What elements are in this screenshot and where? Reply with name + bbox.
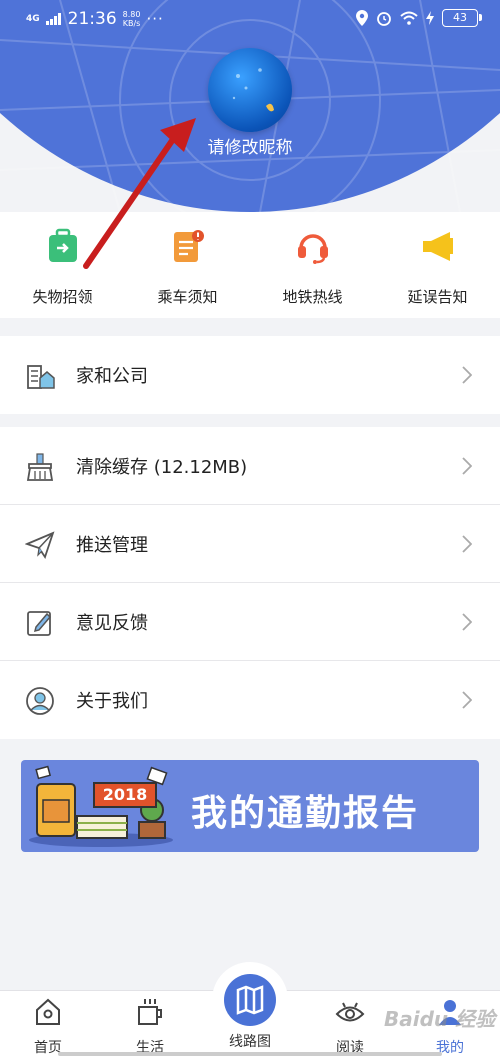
banner-year: 2018: [93, 782, 157, 808]
chevron-right-icon: [462, 691, 472, 709]
menu-item-label: 清除缓存 (12.12MB): [76, 456, 248, 478]
avatar-image: [232, 68, 274, 112]
quick-action-label: 地铁热线: [282, 288, 343, 306]
menu-item-label: 意见反馈: [76, 612, 148, 634]
tab-route-map-label: 线路图: [229, 1034, 271, 1050]
user-circle-icon: [26, 687, 54, 715]
broom-icon: [26, 453, 54, 481]
headset-icon: [295, 228, 331, 264]
quick-action-lost-found[interactable]: 失物招领: [0, 228, 125, 307]
watermark: Baidu 经验: [384, 1007, 496, 1031]
menu-item-label: 关于我们: [76, 691, 148, 712]
quick-action-delay-notice[interactable]: 延误告知: [375, 228, 500, 307]
chevron-right-icon: [462, 457, 472, 475]
quick-actions: 失物招领 乘车须知 地铁热线 延误告知: [0, 212, 500, 318]
quick-action-hotline[interactable]: 地铁热线: [250, 228, 375, 307]
battery-indicator: 43: [442, 9, 482, 27]
status-bar: 4G 21:36 8.80 KB/s ··· 43: [0, 0, 500, 38]
route-map-button[interactable]: [224, 974, 276, 1026]
home-indicator: [58, 1052, 442, 1056]
location-icon: [356, 10, 368, 26]
map-icon: [236, 985, 264, 1015]
banner-title: 我的通勤报告: [191, 793, 420, 834]
chevron-right-icon: [462, 366, 472, 384]
paper-plane-icon: [25, 531, 55, 560]
coffee-cup-icon: [138, 999, 162, 1025]
menu-item-label: 推送管理: [76, 534, 148, 556]
tab-route-map[interactable]: [212, 962, 288, 1038]
home-office-icon: [27, 365, 55, 389]
avatar[interactable]: [208, 48, 292, 132]
luggage-icon: [45, 228, 81, 264]
chevron-right-icon: [462, 535, 472, 553]
edit-icon: [27, 611, 52, 636]
tab-read[interactable]: 阅读: [320, 997, 380, 1057]
commute-report-banner[interactable]: 2018 我的通勤报告: [21, 760, 479, 852]
menu-item-home-office[interactable]: 家和公司: [0, 336, 500, 414]
tab-life[interactable]: 生活: [120, 997, 180, 1057]
more-notifications: ···: [146, 10, 164, 28]
menu-item-feedback[interactable]: 意见反馈: [0, 583, 500, 661]
menu-item-clear-cache[interactable]: 清除缓存 (12.12MB): [0, 427, 500, 505]
profile-header: 4G 21:36 8.80 KB/s ··· 43 请修改昵称: [0, 0, 500, 212]
chevron-right-icon: [462, 613, 472, 631]
status-time: 21:36: [67, 9, 117, 29]
wifi-icon: [400, 11, 418, 25]
network-indicator: 4G: [26, 14, 40, 24]
menu-item-about[interactable]: 关于我们: [0, 661, 500, 739]
megaphone-icon: [420, 228, 456, 264]
menu-item-push-settings[interactable]: 推送管理: [0, 505, 500, 583]
nickname-label[interactable]: 请修改昵称: [0, 133, 500, 158]
quick-action-label: 乘车须知: [157, 288, 218, 306]
notice-icon: [170, 228, 206, 264]
alarm-icon: [377, 12, 391, 26]
network-speed: 8.80 KB/s: [122, 10, 141, 28]
quick-action-label: 延误告知: [407, 288, 468, 306]
signal-icon: [45, 13, 61, 25]
eye-icon: [335, 1002, 365, 1022]
menu-group-address: 家和公司: [0, 336, 500, 414]
quick-action-label: 失物招领: [32, 288, 93, 306]
menu-item-label: 家和公司: [76, 366, 148, 387]
menu-group-settings: 清除缓存 (12.12MB) 推送管理 意见反馈 关于我们: [0, 427, 500, 739]
charging-icon: [426, 11, 434, 25]
home-icon: [36, 998, 60, 1025]
tab-home[interactable]: 首页: [18, 997, 78, 1057]
quick-action-riding-notice[interactable]: 乘车须知: [125, 228, 250, 307]
